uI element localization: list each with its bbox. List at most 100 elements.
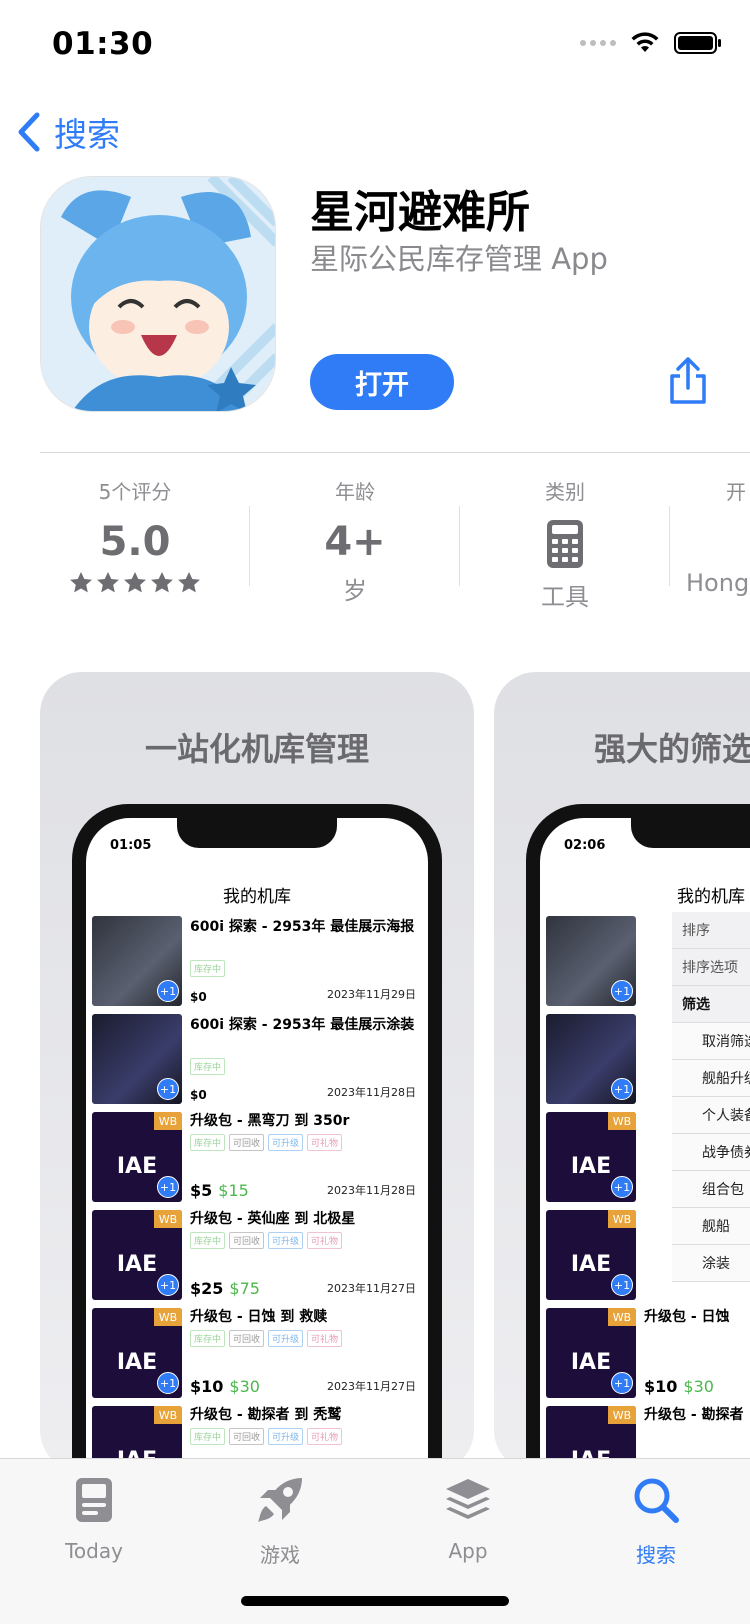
wb-badge: WB <box>154 1112 182 1130</box>
share-button[interactable] <box>666 356 710 406</box>
category-info[interactable]: 类别 工具 <box>460 476 670 612</box>
games-rocket-icon <box>258 1478 302 1522</box>
age-value: 4+ <box>324 519 386 565</box>
ship-thumbnail: +1 <box>92 1014 182 1104</box>
rating-value: 5.0 <box>99 519 171 565</box>
tab-games[interactable]: 游戏 <box>200 1469 360 1568</box>
tag: 库存中 <box>190 1058 226 1075</box>
open-button[interactable]: 打开 <box>310 354 454 410</box>
item-title: 升级包 - 黑弯刀 到 350r <box>190 1113 350 1129</box>
tab-search[interactable]: 搜索 <box>576 1469 736 1568</box>
hangar-list: +1 600i 探索 - 2953年 最佳展示海报 库存中 $0 2023年11… <box>92 912 422 1472</box>
plus-one-badge: +1 <box>157 1274 179 1296</box>
item-date: 2023年11月27日 <box>327 1282 416 1295</box>
item-title: 升级包 - 勘探者 <box>644 1407 744 1423</box>
item-price: $0 <box>190 990 207 1004</box>
tag: 可回收 <box>229 1330 265 1347</box>
today-icon <box>76 1478 112 1522</box>
screenshot-card[interactable]: 强大的筛选 02:06 我的机库 +1 +1 WB IAE +1 WB IAE +1 W… <box>494 672 750 1472</box>
item-original-price: $75 <box>229 1279 260 1298</box>
plus-one-badge: +1 <box>157 980 179 1002</box>
list-item: WB IAE +1 升级包 - 日蚀 到 救赎 库存中 可回收 可升级 可礼物 … <box>92 1304 422 1402</box>
plus-one-badge: +1 <box>611 1078 633 1100</box>
item-original-price: $30 <box>229 1377 260 1396</box>
wb-badge: WB <box>154 1308 182 1326</box>
menu-item: 战争债券 <box>672 1134 750 1171</box>
ratings-info[interactable]: 5个评分 5.0 <box>30 476 240 595</box>
app-name: 星河避难所 <box>310 187 530 238</box>
tag: 可升级 <box>268 1232 304 1249</box>
app-subtitle: 星际公民库存管理 App <box>310 242 608 276</box>
app-icon <box>40 176 276 412</box>
star-icon <box>97 572 119 593</box>
anime-girl-app-icon <box>41 177 275 411</box>
tag: 库存中 <box>190 960 226 977</box>
wb-badge: WB <box>154 1210 182 1228</box>
tag: 库存中 <box>190 1428 226 1445</box>
menu-item: 排序选项 <box>672 949 750 986</box>
developer-header: 开 <box>726 480 746 504</box>
plus-one-badge: +1 <box>157 1078 179 1100</box>
item-price-row: $25 $75 <box>190 1279 260 1298</box>
screenshot-caption: 一站化机库管理 <box>144 730 369 768</box>
menu-item: 取消筛选 <box>672 1023 750 1060</box>
list-item: WB IAE +1 升级包 - 黑弯刀 到 350r 库存中 可回收 可升级 可… <box>92 1108 422 1206</box>
age-info[interactable]: 年龄 4+ 岁 <box>250 476 460 606</box>
developer-name: Hong <box>686 569 750 597</box>
tag: 可回收 <box>229 1232 265 1249</box>
tab-label: 游戏 <box>260 1543 300 1567</box>
phone-notch <box>631 818 750 848</box>
phone-mockup: 01:05 我的机库 +1 600i 探索 - 2953年 最佳展示海报 库存中… <box>72 804 442 1472</box>
category-header: 类别 <box>545 480 585 504</box>
tab-today[interactable]: Today <box>14 1469 174 1563</box>
category-value: 工具 <box>541 583 589 611</box>
menu-item: 个人装备 <box>672 1097 750 1134</box>
tag: 可升级 <box>268 1134 304 1151</box>
menu-item: 筛选 <box>672 986 750 1023</box>
item-price: $10 <box>644 1377 678 1396</box>
tag: 库存中 <box>190 1232 226 1249</box>
screenshot-card[interactable]: 一站化机库管理 01:05 我的机库 +1 600i 探索 - 2953年 最佳… <box>40 672 474 1472</box>
ship-thumbnail: +1 <box>546 916 636 1006</box>
app-store-page: 01:30 搜索 星河避难所 星际公民库存管理 App 打开 5个评分 5.0 … <box>0 0 750 1624</box>
item-price: $25 <box>190 1279 224 1298</box>
item-price: $0 <box>190 1088 207 1102</box>
tag: 库存中 <box>190 1330 226 1347</box>
iae-thumbnail: WB IAE +1 <box>546 1308 636 1398</box>
age-unit: 岁 <box>343 577 367 605</box>
calculator-icon <box>547 520 583 568</box>
header-divider <box>40 452 750 453</box>
battery-icon <box>674 32 721 54</box>
tag: 可礼物 <box>307 1232 343 1249</box>
item-price-row: $10 $30 <box>644 1377 714 1396</box>
iae-thumbnail: WB IAE +1 <box>92 1308 182 1398</box>
list-item: WB IAE +1 升级包 - 英仙座 到 北极星 库存中 可回收 可升级 可礼… <box>92 1206 422 1304</box>
wifi-icon <box>631 32 659 52</box>
back-button[interactable]: 搜索 <box>16 108 120 156</box>
menu-item: 舰船 <box>672 1208 750 1245</box>
item-title: 升级包 - 日蚀 <box>644 1309 730 1325</box>
developer-info[interactable]: 开 Hong <box>670 476 750 597</box>
tag: 可礼物 <box>307 1134 343 1151</box>
item-original-price: $30 <box>683 1377 714 1396</box>
ratings-count: 5个评分 <box>98 480 172 504</box>
item-title: 升级包 - 日蚀 到 救赎 <box>190 1309 328 1325</box>
star-rating <box>30 571 240 595</box>
age-header: 年龄 <box>335 480 375 504</box>
item-original-price: $15 <box>218 1181 249 1200</box>
tab-label: Today <box>65 1539 123 1563</box>
list-item: WB IAE +1 升级包 - 日蚀 $10 $30 <box>546 1304 750 1402</box>
tag: 库存中 <box>190 1134 226 1151</box>
iae-thumbnail: WB IAE +1 <box>92 1210 182 1300</box>
tag: 可回收 <box>229 1428 265 1445</box>
item-date: 2023年11月27日 <box>327 1380 416 1393</box>
ship-thumbnail: +1 <box>546 1014 636 1104</box>
tag: 可礼物 <box>307 1428 343 1445</box>
status-indicators <box>580 32 722 54</box>
phone-time: 01:05 <box>110 838 152 853</box>
tag: 可礼物 <box>307 1330 343 1347</box>
tab-apps[interactable]: App <box>388 1469 548 1563</box>
plus-one-badge: +1 <box>157 1372 179 1394</box>
hangar-title: 我的机库 <box>677 887 745 907</box>
tab-label: App <box>448 1539 488 1563</box>
